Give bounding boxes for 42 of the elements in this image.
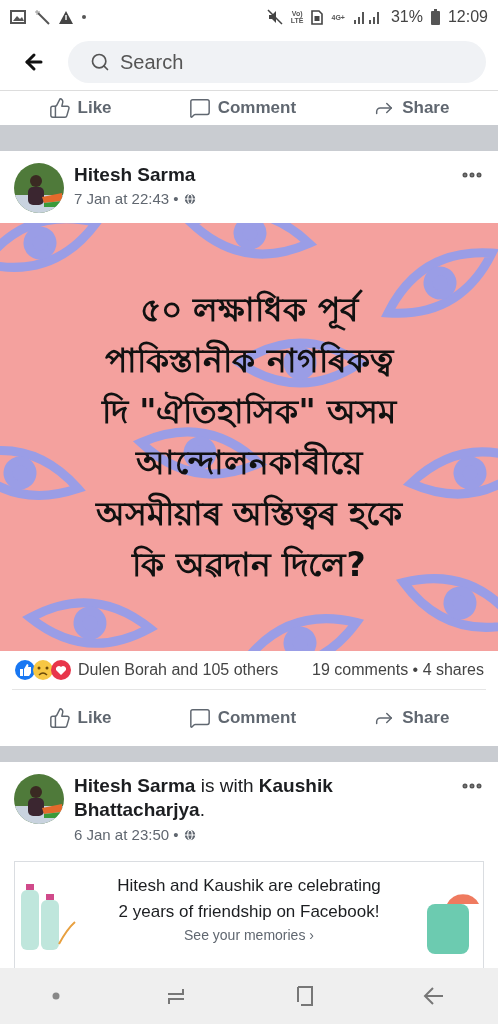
thumbs-up-icon xyxy=(48,97,71,119)
avatar[interactable] xyxy=(14,774,64,824)
post-date: 7 Jan at 22:43 • xyxy=(74,190,179,207)
dot-icon[interactable] xyxy=(51,992,60,1000)
like-button[interactable]: Like xyxy=(42,93,118,123)
comment-button[interactable]: Comment xyxy=(182,703,303,733)
warning-icon xyxy=(58,9,74,25)
memory-text-line: Hitesh and Kaushik are celebrating xyxy=(117,875,381,897)
image-caption-line: আন্দোলনকাৰীয়ে xyxy=(134,440,365,484)
search-field[interactable]: Search xyxy=(68,41,486,83)
memories-link[interactable]: See your memories › xyxy=(184,926,314,944)
post-author[interactable]: Hitesh Sarma xyxy=(74,163,450,186)
sim-card-icon xyxy=(311,9,324,25)
battery-icon xyxy=(430,9,440,25)
thumbs-up-icon xyxy=(48,707,71,729)
clock: 12:09 xyxy=(447,8,488,26)
post-author-line: Hitesh Sarma is with Kaushik Bhattacharjya. xyxy=(74,774,334,822)
speech-bubble-icon xyxy=(188,707,211,729)
mute-icon xyxy=(266,9,283,25)
like-button[interactable]: Like xyxy=(42,703,118,733)
notification-dot-icon xyxy=(82,15,86,19)
image-caption-line: অসমীয়াৰ অস্তিত্বৰ হকে xyxy=(94,491,404,535)
image-caption-line: পাকিস্তানীক নাগৰিকত্ব xyxy=(104,338,396,382)
speech-bubble-icon xyxy=(188,97,211,119)
comment-share-count[interactable]: 19 comments • 4 shares xyxy=(312,661,484,679)
post-date: 6 Jan at 23:50 • xyxy=(74,826,179,843)
battery-percentage: 31% xyxy=(390,8,423,26)
image-icon xyxy=(10,10,26,24)
reaction-summary[interactable]: Dulen Borah and 105 others xyxy=(78,661,279,679)
comment-button[interactable]: Comment xyxy=(182,93,303,123)
image-caption-line: কি অৱদান দিলে? xyxy=(130,544,367,586)
globe-icon xyxy=(182,827,197,842)
share-button[interactable]: Share xyxy=(367,93,456,123)
image-caption-line: দি "ঐতিহাসিক" অসম xyxy=(100,390,399,433)
avatar[interactable] xyxy=(14,163,64,213)
share-button[interactable]: Share xyxy=(367,703,456,733)
memory-text-line: 2 years of friendship on Facebook! xyxy=(118,901,380,923)
reaction-icons xyxy=(14,659,72,681)
image-caption-line: ৫০ লক্ষাধিক পূৰ্ব xyxy=(136,284,362,335)
magic-wand-icon xyxy=(34,9,50,25)
search-icon xyxy=(90,52,110,72)
globe-icon xyxy=(182,191,197,206)
